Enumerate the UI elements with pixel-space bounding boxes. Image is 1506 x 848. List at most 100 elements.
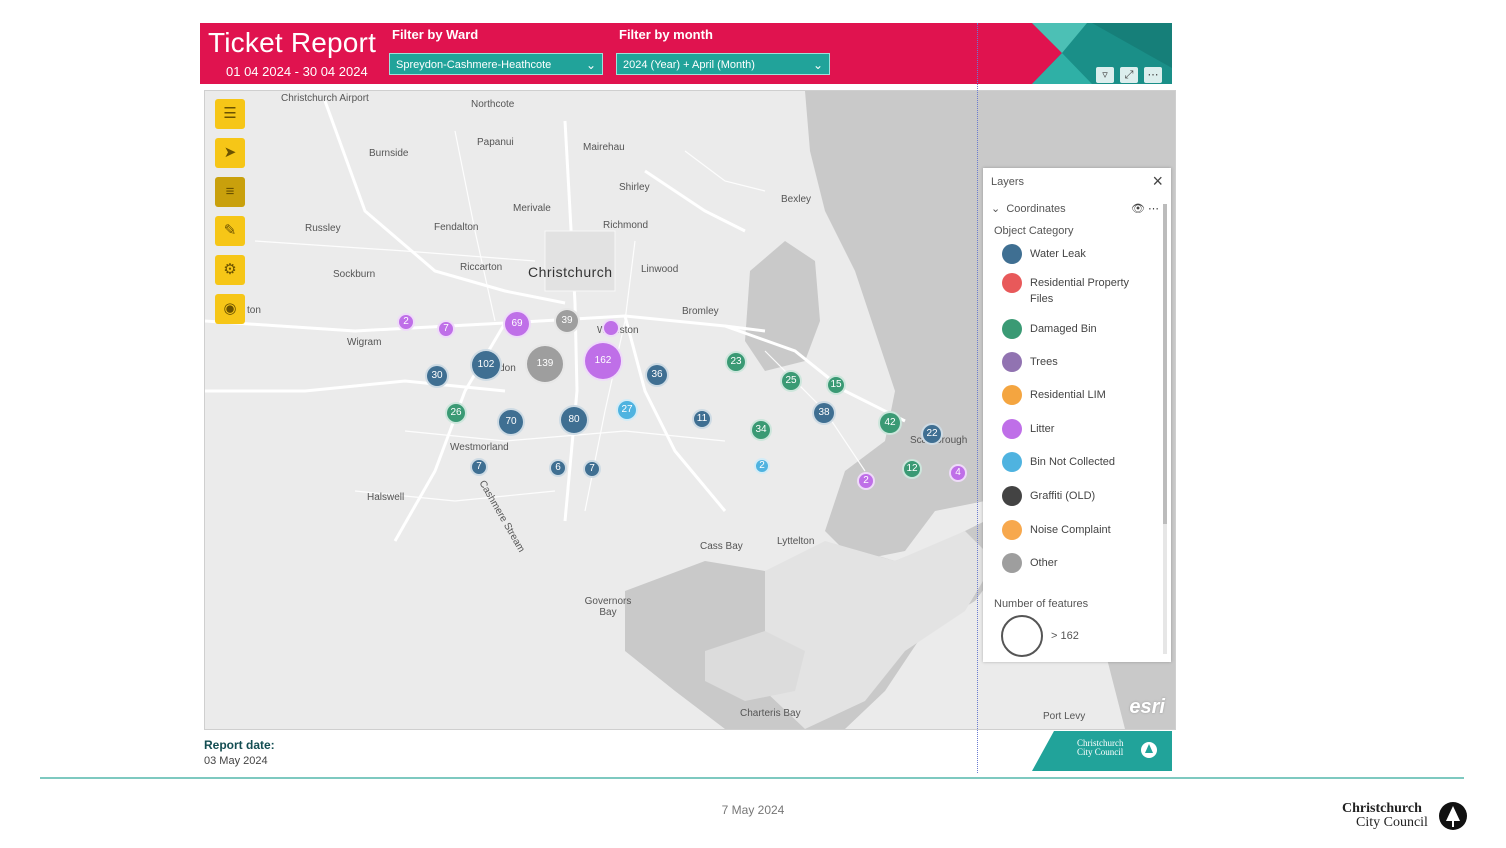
- cluster-marker[interactable]: 7: [437, 320, 455, 338]
- legend-swatch: [1002, 352, 1022, 372]
- cluster-marker[interactable]: 42: [878, 411, 902, 435]
- cluster-marker[interactable]: 22: [921, 423, 943, 445]
- cluster-marker[interactable]: 39: [554, 308, 580, 334]
- place-label: Riccarton: [460, 262, 503, 273]
- cluster-marker[interactable]: 2: [754, 458, 770, 474]
- place-label: Christchurch Airport: [281, 93, 369, 104]
- place-label: Bexley: [781, 194, 812, 205]
- place-label: Lyttelton: [777, 536, 815, 547]
- size-legend-circle: [1001, 615, 1043, 657]
- place-label: Richmond: [603, 220, 649, 231]
- filter-ward-label: Filter by Ward: [392, 27, 479, 42]
- cluster-marker[interactable]: 7: [583, 460, 601, 478]
- cluster-marker[interactable]: [602, 319, 620, 337]
- month-dropdown[interactable]: 2024 (Year) + April (Month) ⌄: [616, 53, 830, 75]
- pencil-icon[interactable]: ✎: [215, 216, 245, 246]
- cluster-marker[interactable]: 2: [857, 472, 875, 490]
- legend-swatch: [1002, 452, 1022, 472]
- legend-label: Noise Complaint: [1030, 524, 1111, 536]
- layers-scrollbar[interactable]: [1163, 204, 1167, 654]
- close-icon[interactable]: ×: [1152, 171, 1163, 192]
- legend-item: Noise Complaint: [1002, 520, 1152, 540]
- cluster-marker[interactable]: 25: [780, 370, 802, 392]
- cluster-marker[interactable]: 34: [750, 419, 772, 441]
- layer-name: Coordinates: [1006, 203, 1066, 215]
- layer-coordinates[interactable]: ⌄ Coordinates: [991, 202, 1066, 215]
- cluster-marker[interactable]: 15: [826, 375, 846, 395]
- cluster-marker[interactable]: 7: [470, 458, 488, 476]
- map-view[interactable]: Christchurch Airport Northcote Burnside …: [204, 90, 1176, 730]
- cluster-marker[interactable]: 4: [949, 464, 967, 482]
- cluster-marker[interactable]: 26: [445, 402, 467, 424]
- filter-icon[interactable]: ▿: [1096, 67, 1114, 83]
- month-dropdown-value: 2024 (Year) + April (Month): [623, 59, 755, 71]
- legend-label: Litter: [1030, 423, 1055, 435]
- legend-label: Residential LIM: [1030, 389, 1106, 401]
- esri-logo: esri: [1129, 696, 1165, 718]
- cluster-marker[interactable]: 27: [616, 399, 638, 421]
- report-date: 03 May 2024: [204, 755, 268, 767]
- legend-label: Water Leak: [1030, 248, 1086, 260]
- layers-panel: Layers × ⌄ Coordinates 👁 ⋯ Object Catego…: [983, 168, 1171, 662]
- more-icon[interactable]: ⋯: [1144, 67, 1162, 83]
- cluster-marker[interactable]: 2: [397, 313, 415, 331]
- chevron-down-icon: ⌄: [812, 58, 823, 72]
- cluster-marker[interactable]: 80: [559, 405, 589, 435]
- report-header: Ticket Report 01 04 2024 - 30 04 2024 Fi…: [200, 23, 1172, 84]
- legend-swatch: [1002, 553, 1022, 573]
- legend-item: Graffiti (OLD): [1002, 486, 1152, 506]
- legend-label: Damaged Bin: [1030, 323, 1097, 335]
- ward-dropdown-value: Spreydon-Cashmere-Heathcote: [396, 59, 552, 71]
- cluster-marker[interactable]: 162: [583, 341, 623, 381]
- cluster-marker[interactable]: 12: [902, 459, 922, 479]
- filter-month-label: Filter by month: [619, 27, 713, 42]
- more-icon[interactable]: ⋯: [1148, 203, 1159, 215]
- user-icon[interactable]: ◉: [215, 294, 245, 324]
- cluster-marker[interactable]: 30: [425, 364, 449, 388]
- cluster-marker[interactable]: 11: [692, 409, 712, 429]
- pointer-icon[interactable]: ➤: [215, 138, 245, 168]
- chevron-down-icon: ⌄: [585, 58, 596, 72]
- cluster-marker[interactable]: 70: [497, 408, 525, 436]
- gear-icon[interactable]: ⚙: [215, 255, 245, 285]
- cluster-marker[interactable]: 23: [725, 351, 747, 373]
- place-label: Linwood: [641, 264, 679, 275]
- legend-item: Damaged Bin: [1002, 319, 1152, 339]
- legend-swatch: [1002, 520, 1022, 540]
- place-label: Port Levy: [1043, 711, 1086, 722]
- place-label: Bromley: [682, 306, 719, 317]
- cluster-marker[interactable]: 102: [470, 349, 502, 381]
- place-label: Sockburn: [333, 269, 376, 280]
- council-logo-banner: Christchurch City Council: [1032, 731, 1172, 771]
- place-label: Merivale: [513, 203, 551, 214]
- cluster-marker[interactable]: 69: [503, 310, 531, 338]
- council-tree-icon: [1439, 802, 1467, 830]
- date-range: 01 04 2024 - 30 04 2024: [226, 64, 368, 79]
- place-label: Governors Bay: [584, 596, 632, 618]
- place-label: Cass Bay: [700, 541, 743, 552]
- features-threshold: > 162: [1051, 630, 1079, 642]
- cluster-marker[interactable]: 6: [549, 459, 567, 477]
- cluster-marker[interactable]: 139: [525, 344, 565, 384]
- expand-icon[interactable]: ⤢: [1120, 67, 1138, 83]
- layers-title: Layers: [991, 176, 1025, 188]
- legend-item: Residential Property Files: [1002, 273, 1152, 307]
- place-label: Fendalton: [434, 222, 479, 233]
- cluster-marker[interactable]: 38: [812, 401, 836, 425]
- eye-icon[interactable]: 👁: [1131, 203, 1145, 215]
- legend-item: Litter: [1002, 419, 1152, 439]
- legend-swatch: [1002, 244, 1022, 264]
- menu-icon[interactable]: ☰: [215, 99, 245, 129]
- brand-line2: City Council: [1356, 815, 1428, 830]
- layer-list-icon[interactable]: ≡: [215, 177, 245, 207]
- council-tree-icon: [1141, 742, 1157, 758]
- place-label: Westmorland: [450, 442, 509, 453]
- number-of-features-label: Number of features: [994, 598, 1089, 610]
- object-category-label: Object Category: [994, 225, 1074, 237]
- cluster-marker[interactable]: 36: [645, 363, 669, 387]
- selection-border: [977, 23, 978, 773]
- legend-swatch: [1002, 419, 1022, 439]
- place-label: Shirley: [619, 182, 650, 193]
- ward-dropdown[interactable]: Spreydon-Cashmere-Heathcote ⌄: [389, 53, 603, 75]
- place-label: Christchurch: [528, 264, 613, 280]
